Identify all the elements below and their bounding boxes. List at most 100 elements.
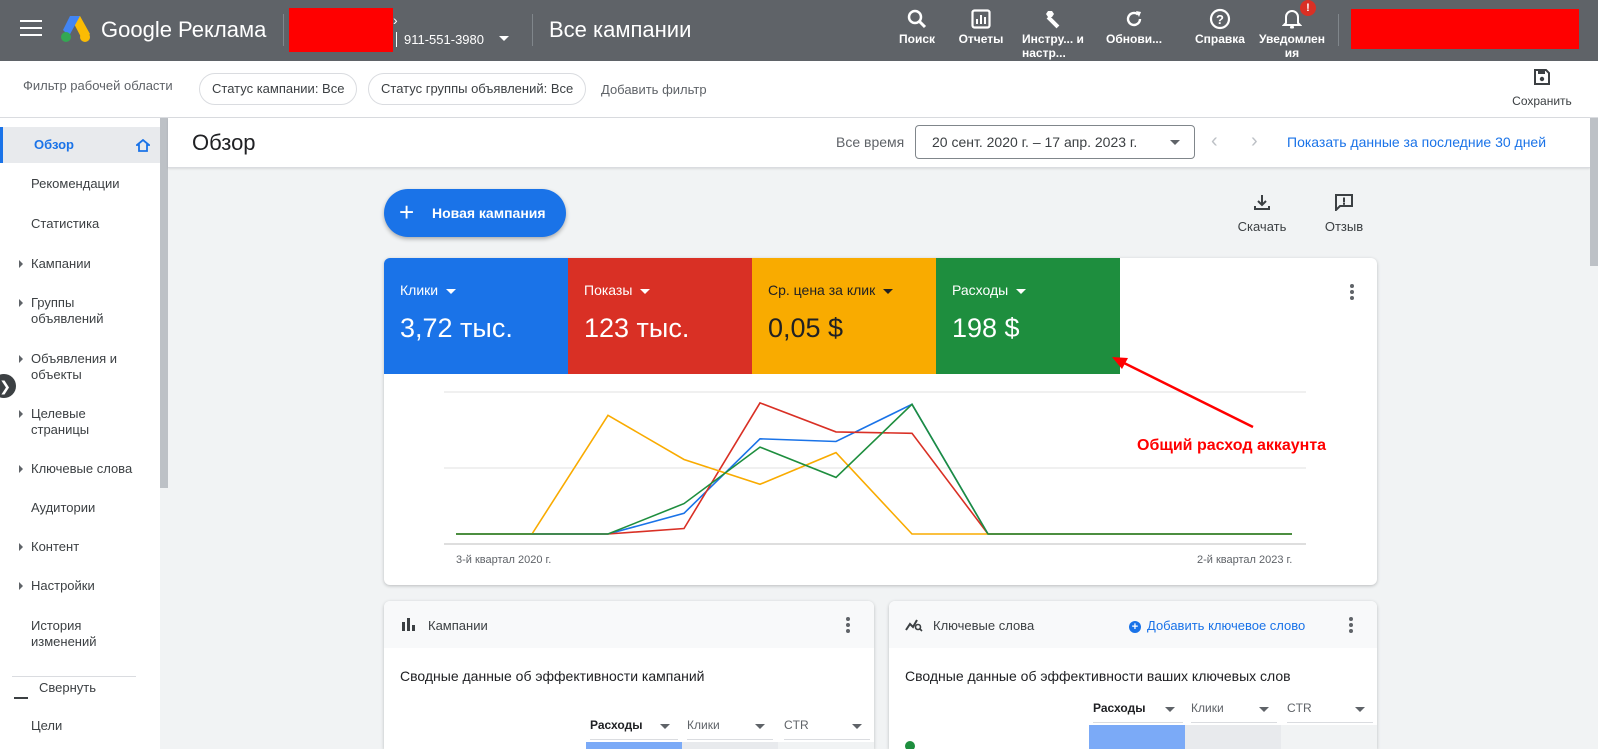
metric-avg-cpc[interactable]: Ср. цена за клик 0,05 $: [752, 258, 936, 374]
nav-label: Объявления и объекты: [31, 351, 118, 382]
page-header-title: Все кампании: [549, 17, 692, 42]
nav-label: Ключевые слова: [31, 461, 133, 476]
tools-label: Инстру... и настр...: [1022, 32, 1084, 60]
help-button[interactable]: ? Справка: [1186, 6, 1254, 46]
annotation-text: Общий расход аккаунта: [1137, 437, 1327, 454]
column-header-cost[interactable]: Расходы: [590, 718, 678, 740]
reports-label: Отчеты: [958, 32, 1004, 46]
column-header-ctr[interactable]: CTR: [1287, 701, 1373, 723]
home-icon: [136, 139, 150, 152]
next-period-icon[interactable]: ›: [1251, 130, 1258, 153]
plus-icon: +: [399, 197, 415, 227]
workspace-filter-bar: Фильтр рабочей области Статус кампании: …: [0, 61, 1598, 118]
range-label: Все время: [836, 134, 905, 150]
search-button[interactable]: Поиск: [894, 6, 940, 46]
table-cell-bar: [682, 742, 778, 749]
account-name-redacted: [289, 8, 393, 52]
add-keyword-link[interactable]: + Добавить ключевое слово: [1129, 618, 1305, 633]
add-filter-button[interactable]: Добавить фильтр: [601, 82, 707, 97]
last-30-days-link[interactable]: Показать данные за последние 30 дней: [1287, 134, 1546, 150]
reports-button[interactable]: Отчеты: [954, 6, 1008, 46]
table-cell-bar: [778, 742, 874, 749]
status-dot-icon: [905, 741, 915, 749]
card-title: Ключевые слова: [933, 618, 1035, 633]
save-button[interactable]: Сохранить: [1510, 68, 1574, 108]
expand-arrow-icon: [19, 410, 23, 418]
x-axis-end-label: 2-й квартал 2023 г.: [1197, 554, 1293, 566]
nav-label: Группы объявлений: [31, 295, 104, 326]
user-account-redacted[interactable]: [1351, 9, 1579, 49]
nav-overview[interactable]: Обзор: [0, 127, 160, 163]
column-header-cost[interactable]: Расходы: [1093, 701, 1183, 723]
tools-button[interactable]: Инстру... и настр...: [1022, 6, 1088, 60]
sidebar-scrollbar-thumb[interactable]: [160, 118, 168, 488]
nav-content[interactable]: Контент: [0, 539, 160, 559]
notifications-button[interactable]: ! Уведомлен ия: [1258, 0, 1326, 60]
nav-statistics[interactable]: Статистика: [0, 216, 160, 236]
table-cell-bar: [1089, 725, 1185, 749]
account-switch-chevron-icon[interactable]: ›: [393, 12, 398, 28]
refresh-button[interactable]: Обнови...: [1106, 6, 1162, 46]
table-cell-bar: [586, 742, 682, 749]
expand-arrow-icon: [19, 465, 23, 473]
nav-label: Обзор: [34, 137, 74, 152]
feedback-button[interactable]: Отзыв: [1320, 193, 1368, 234]
nav-goals[interactable]: Цели: [0, 718, 160, 738]
nav-audiences[interactable]: Аудитории: [0, 500, 160, 520]
column-header-clicks[interactable]: Клики: [687, 718, 773, 740]
card-header: Кампании: [384, 601, 874, 648]
left-nav: Обзор Рекомендации Статистика Кампании Г…: [0, 118, 160, 749]
search-icon: [894, 6, 940, 32]
refresh-icon: [1106, 6, 1162, 32]
column-header-ctr[interactable]: CTR: [784, 718, 870, 740]
bar-chart-icon: [402, 618, 415, 631]
nav-label: Аудитории: [31, 500, 96, 515]
chevron-down-icon: [640, 288, 651, 294]
card-title: Кампании: [428, 618, 488, 633]
page-title: Обзор: [192, 130, 256, 155]
prev-period-icon[interactable]: ‹: [1211, 130, 1218, 153]
divider: [283, 14, 284, 46]
more-options-icon[interactable]: [836, 613, 860, 637]
metric-clicks[interactable]: Клики 3,72 тыс.: [384, 258, 568, 374]
collapse-icon: [14, 697, 28, 699]
metric-value: 198 $: [952, 313, 1020, 343]
brand-title: Google Реклама: [101, 17, 267, 42]
metric-cost[interactable]: Расходы 198 $: [936, 258, 1120, 374]
nav-landing-pages[interactable]: Целевые страницы: [0, 406, 160, 442]
campaign-status-chip[interactable]: Статус кампании: Все: [199, 73, 358, 105]
date-range-picker[interactable]: 20 сент. 2020 г. – 17 апр. 2023 г.: [915, 125, 1195, 159]
metric-label: Показы: [584, 282, 651, 298]
expand-arrow-icon: [19, 260, 23, 268]
main-scrollbar-thumb[interactable]: [1590, 118, 1598, 266]
nav-campaigns[interactable]: Кампании: [0, 256, 160, 276]
metric-impressions[interactable]: Показы 123 тыс.: [568, 258, 752, 374]
nav-change-history[interactable]: История изменений: [0, 618, 160, 654]
adgroup-status-chip[interactable]: Статус группы объявлений: Все: [368, 73, 587, 105]
nav-label: Цели: [31, 718, 63, 733]
more-options-icon[interactable]: [1339, 613, 1363, 637]
help-label: Справка: [1195, 32, 1245, 46]
menu-icon[interactable]: [20, 20, 42, 38]
nav-settings[interactable]: Настройки: [0, 578, 160, 598]
overview-header: Обзор Все время 20 сент. 2020 г. – 17 ап…: [168, 118, 1590, 168]
nav-keywords[interactable]: Ключевые слова: [0, 461, 160, 481]
nav-label: Статистика: [31, 216, 100, 231]
nav-ads-assets[interactable]: Объявления и объекты: [0, 351, 160, 387]
filter-title: Фильтр рабочей области: [23, 78, 173, 93]
nav-label: Рекомендации: [31, 176, 120, 191]
x-axis-start-label: 3-й квартал 2020 г.: [456, 554, 552, 566]
account-dropdown-icon[interactable]: [499, 36, 509, 41]
help-icon: ?: [1186, 6, 1254, 32]
bell-icon: !: [1258, 0, 1326, 32]
account-id[interactable]: 911-551-3980: [396, 32, 484, 47]
nav-recommendations[interactable]: Рекомендации: [0, 176, 160, 196]
nav-ad-groups[interactable]: Группы объявлений: [0, 295, 160, 331]
expand-arrow-icon: [19, 299, 23, 307]
more-options-icon[interactable]: [1340, 280, 1364, 304]
column-header-clicks[interactable]: Клики: [1191, 701, 1277, 723]
download-button[interactable]: Скачать: [1234, 193, 1290, 234]
new-campaign-button[interactable]: + Новая кампания: [384, 189, 566, 237]
metric-value: 3,72 тыс.: [400, 313, 513, 343]
metric-value: 0,05 $: [768, 313, 844, 343]
